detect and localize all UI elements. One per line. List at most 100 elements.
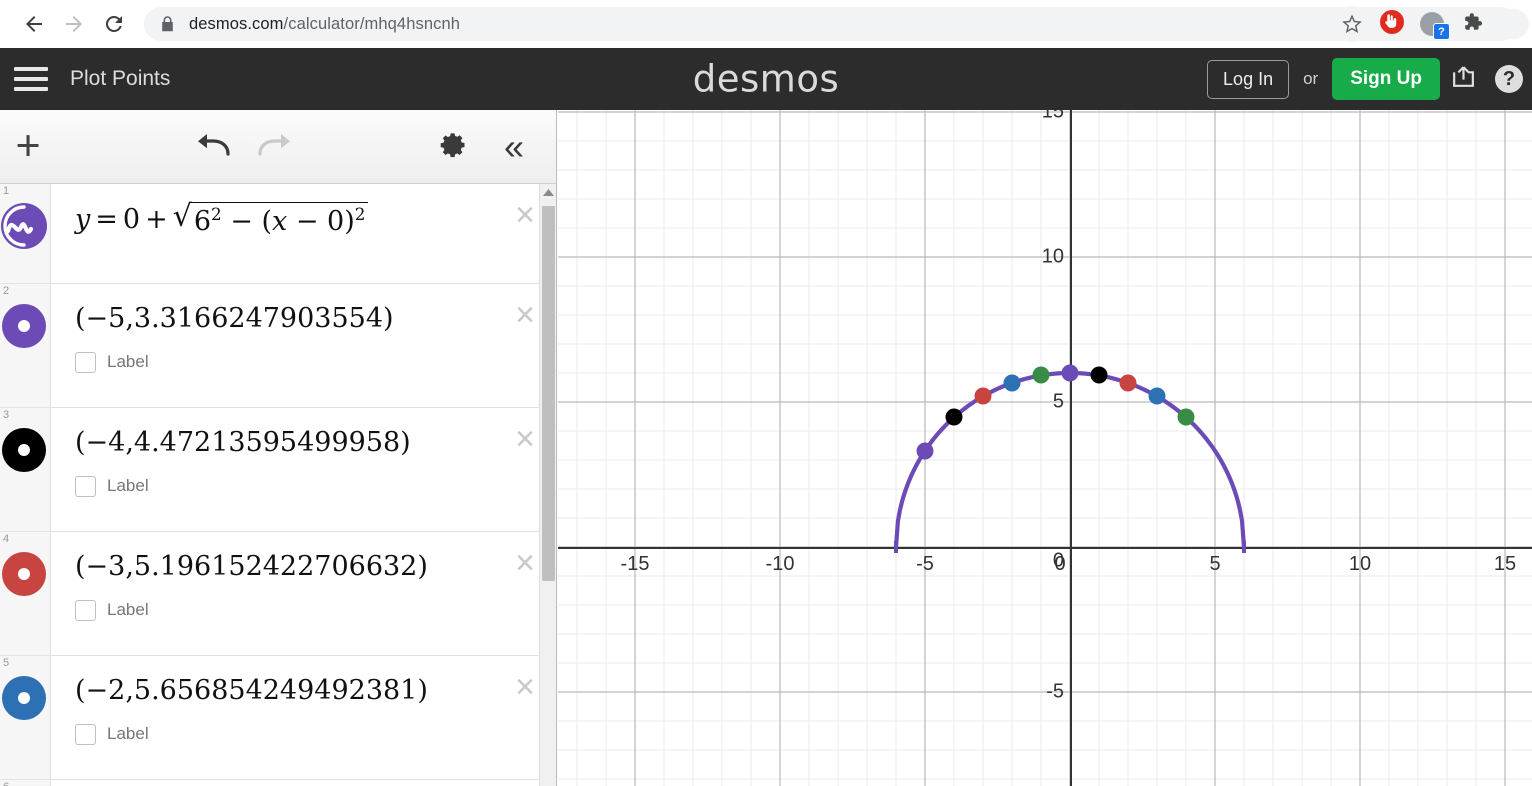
help-icon: ? (1495, 65, 1523, 93)
label-checkbox[interactable] (75, 724, 96, 745)
label-toggle[interactable]: Label (75, 724, 557, 745)
settings-button[interactable] (430, 110, 478, 184)
point-marker-icon[interactable] (2, 552, 46, 596)
expression-math[interactable]: (−5,3.3166247903554) (75, 302, 557, 336)
data-point[interactable] (975, 388, 992, 405)
help-button[interactable]: ? (1486, 56, 1532, 102)
row-content[interactable]: (−2,5.656854249492381) Label (51, 656, 557, 779)
reload-icon (102, 12, 126, 36)
row-style-icon[interactable] (0, 426, 48, 474)
expression-math[interactable]: y=0+√62 − (x − 0)2 (75, 202, 557, 239)
data-point[interactable] (946, 409, 963, 426)
row-content[interactable]: (−4,4.47213595499958) Label (51, 408, 557, 531)
login-button[interactable]: Log In (1207, 60, 1289, 99)
undo-icon (195, 131, 231, 162)
header-actions: Log In or Sign Up ? (1207, 48, 1532, 110)
reload-button[interactable] (94, 4, 134, 44)
point-marker-icon[interactable] (2, 676, 46, 720)
expression-row[interactable]: 5 (−2,5.656854249492381) Label × (0, 656, 557, 780)
label-checkbox-text: Label (107, 476, 149, 496)
curve-graph-icon[interactable] (1, 203, 47, 249)
bookmark-star-button[interactable] (1332, 4, 1372, 44)
row-style-icon[interactable] (0, 674, 48, 722)
undo-button[interactable] (182, 110, 244, 184)
label-checkbox-text: Label (107, 600, 149, 620)
collapse-panel-button[interactable]: « (490, 110, 538, 184)
x-tick-label: -15 (621, 553, 650, 576)
label-toggle[interactable]: Label (75, 600, 557, 621)
expression-list[interactable]: 1 y=0+√62 − (x − 0)2 × (0, 184, 557, 786)
row-style-icon[interactable] (0, 202, 48, 250)
expression-math[interactable]: (−4,4.47213595499958) (75, 426, 557, 460)
browser-toolbar: desmos.com/calculator/mhq4hsncnh ? (0, 0, 1532, 48)
profile-badge: ? (1433, 23, 1450, 40)
profile-button[interactable]: ? (1412, 4, 1452, 44)
redo-button[interactable] (244, 110, 306, 184)
address-bar[interactable]: desmos.com/calculator/mhq4hsncnh (144, 7, 1518, 41)
data-point[interactable] (1120, 374, 1137, 391)
row-content[interactable] (51, 780, 557, 786)
expression-row[interactable]: 2 (−5,3.3166247903554) Label × (0, 284, 557, 408)
delete-row-button[interactable]: × (515, 422, 535, 456)
share-icon (1450, 63, 1477, 95)
delete-row-button[interactable]: × (515, 546, 535, 580)
data-point[interactable] (1091, 367, 1108, 384)
delete-row-button[interactable]: × (515, 198, 535, 232)
label-checkbox-text: Label (107, 724, 149, 744)
row-style-icon[interactable] (0, 550, 48, 598)
x-tick-label: -10 (766, 553, 795, 576)
x-tick-label: 15 (1494, 553, 1516, 576)
adblock-button[interactable] (1372, 4, 1412, 44)
expression-row[interactable]: 4 (−3,5.196152422706632) Label × (0, 532, 557, 656)
point-marker-icon[interactable] (2, 304, 46, 348)
gear-icon (440, 131, 468, 164)
y-tick-label: 15 (1032, 110, 1064, 124)
label-checkbox[interactable] (75, 476, 96, 497)
data-point[interactable] (1149, 388, 1166, 405)
page-title[interactable]: Plot Points (70, 67, 170, 91)
label-checkbox[interactable] (75, 352, 96, 373)
row-index: 4 (3, 533, 9, 545)
add-expression-button[interactable]: + (0, 110, 56, 184)
plus-icon: + (15, 125, 40, 168)
expression-row[interactable]: 6 (0, 780, 557, 786)
data-point[interactable] (1178, 409, 1195, 426)
profile-ghost-icon (1499, 9, 1529, 39)
delete-row-button[interactable]: × (515, 670, 535, 704)
row-content[interactable]: (−3,5.196152422706632) Label (51, 532, 557, 655)
data-point[interactable] (1033, 367, 1050, 384)
delete-row-button[interactable]: × (515, 298, 535, 332)
expression-row[interactable]: 3 (−4,4.47213595499958) Label × (0, 408, 557, 532)
data-point[interactable] (1004, 374, 1021, 391)
redo-icon (257, 131, 293, 162)
data-point[interactable] (917, 442, 934, 459)
hamburger-menu-icon[interactable] (14, 67, 48, 91)
scroll-up-button[interactable] (540, 184, 556, 202)
expression-math[interactable]: (−3,5.196152422706632) (75, 550, 557, 584)
graph-canvas[interactable]: -15-10-5051015151050-5 (558, 110, 1532, 786)
curve-endpoint-tick (1242, 541, 1246, 553)
or-separator: or (1303, 69, 1318, 89)
scrollbar-thumb[interactable] (542, 206, 555, 581)
extensions-button[interactable] (1452, 4, 1492, 44)
signup-button[interactable]: Sign Up (1332, 58, 1440, 100)
x-tick-label: 10 (1349, 553, 1371, 576)
url-path: /calculator/mhq4hsncnh (284, 15, 460, 33)
label-toggle[interactable]: Label (75, 352, 557, 373)
data-point[interactable] (1062, 365, 1079, 382)
expression-scrollbar[interactable] (539, 184, 556, 786)
y-tick-label: 10 (1032, 246, 1064, 269)
x-tick-label: -5 (916, 553, 934, 576)
back-button[interactable] (14, 4, 54, 44)
profile-placeholder[interactable] (1492, 4, 1532, 44)
row-content[interactable]: (−5,3.3166247903554) Label (51, 284, 557, 407)
label-toggle[interactable]: Label (75, 476, 557, 497)
label-checkbox[interactable] (75, 600, 96, 621)
point-marker-icon[interactable] (2, 428, 46, 472)
row-style-icon[interactable] (0, 302, 48, 350)
forward-button[interactable] (54, 4, 94, 44)
expression-math[interactable]: (−2,5.656854249492381) (75, 674, 557, 708)
expression-row[interactable]: 1 y=0+√62 − (x − 0)2 × (0, 184, 557, 284)
share-button[interactable] (1440, 56, 1486, 102)
row-content[interactable]: y=0+√62 − (x − 0)2 (51, 184, 557, 283)
